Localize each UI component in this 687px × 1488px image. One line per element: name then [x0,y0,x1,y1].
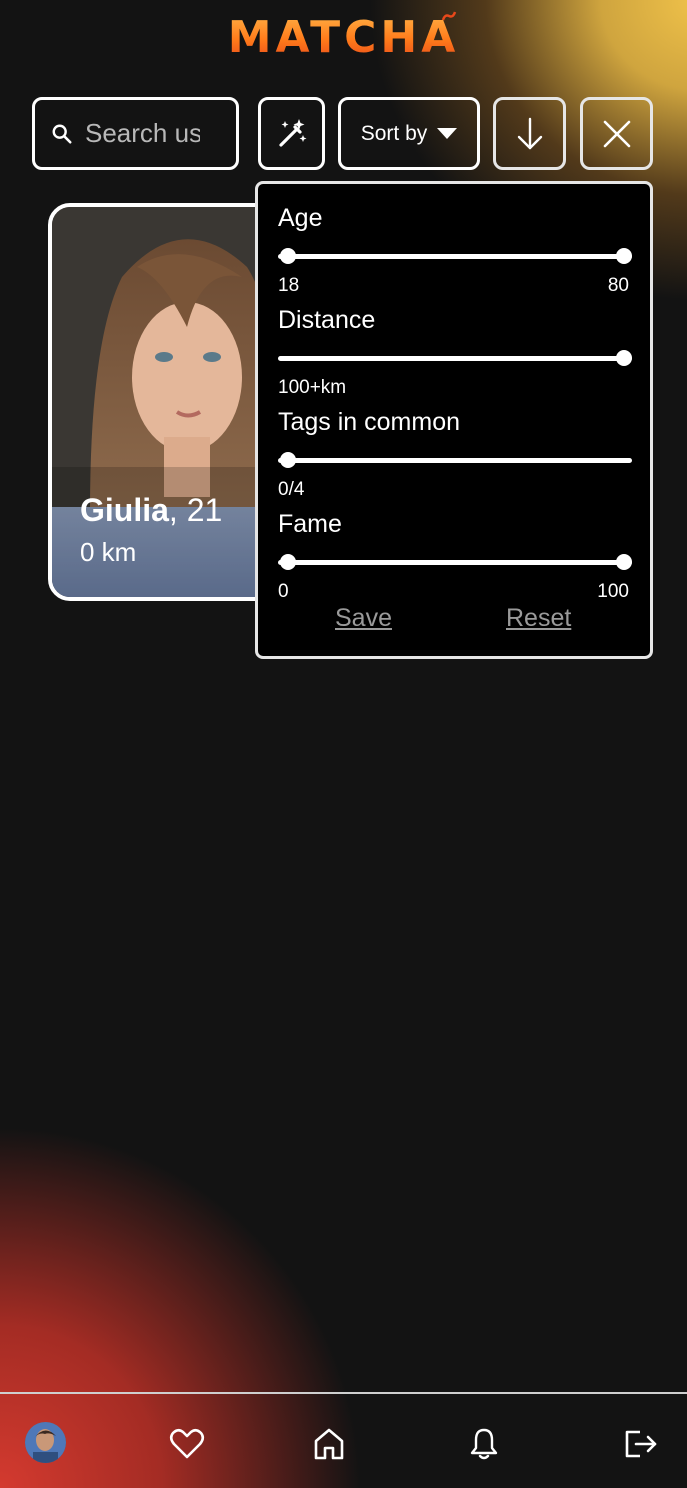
age-slider-min-thumb[interactable] [280,248,296,264]
logout-icon [625,1430,657,1458]
save-filters-button[interactable]: Save [335,604,392,633]
fame-filter-label: Fame [278,510,342,538]
tags-filter-label: Tags in common [278,408,461,436]
age-slider-max-thumb[interactable] [616,248,632,264]
age-filter-label: Age [278,204,323,232]
reset-filters-button[interactable]: Reset [506,604,571,633]
profile-name-age: Giulia, 21 [80,492,222,529]
magic-wand-icon [278,118,306,147]
tags-slider-track[interactable] [278,458,632,463]
distance-value: 100+km [278,377,347,398]
user-avatar[interactable] [25,1422,66,1463]
bottom-navigation [0,1392,687,1488]
profile-name: Giulia [80,492,169,528]
age-min-value: 18 [278,275,300,296]
distance-slider-thumb[interactable] [616,350,632,366]
bell-icon [470,1428,498,1460]
nav-logout[interactable] [620,1424,660,1464]
search-box[interactable] [32,97,239,170]
fame-max-value: 100 [597,581,629,602]
close-filter-button[interactable] [580,97,653,170]
app-logo: MATCHA [0,12,687,63]
sort-order-button[interactable] [493,97,566,170]
home-icon [314,1428,344,1460]
filter-panel: Age 18 80 Distance 100+km Tags in common… [255,181,653,659]
caret-down-icon [437,127,458,139]
nav-likes[interactable] [167,1424,207,1464]
magic-suggest-button[interactable] [258,97,325,170]
age-slider-track[interactable] [278,254,632,259]
profile-age: , 21 [168,492,223,528]
tags-slider-thumb[interactable] [280,452,296,468]
sort-by-dropdown[interactable]: Sort by [338,97,480,170]
logo-steam-icon [441,11,457,21]
distance-filter-label: Distance [278,306,376,334]
fame-min-value: 0 [278,581,289,602]
tags-value: 0/4 [278,479,305,500]
age-max-value: 80 [607,275,629,296]
fame-slider-min-thumb[interactable] [280,554,296,570]
sort-by-label: Sort by [360,121,428,145]
heart-icon [169,1428,205,1459]
avatar-image [25,1422,66,1463]
fame-slider-track[interactable] [278,560,632,565]
search-input[interactable] [85,118,200,149]
profile-distance: 0 km [80,537,137,567]
search-icon [52,124,72,144]
arrow-down-icon [517,117,542,149]
nav-home[interactable] [309,1424,349,1464]
nav-notifications[interactable] [464,1424,504,1464]
close-icon [603,120,630,147]
distance-slider-track[interactable] [278,356,632,361]
fame-slider-max-thumb[interactable] [616,554,632,570]
